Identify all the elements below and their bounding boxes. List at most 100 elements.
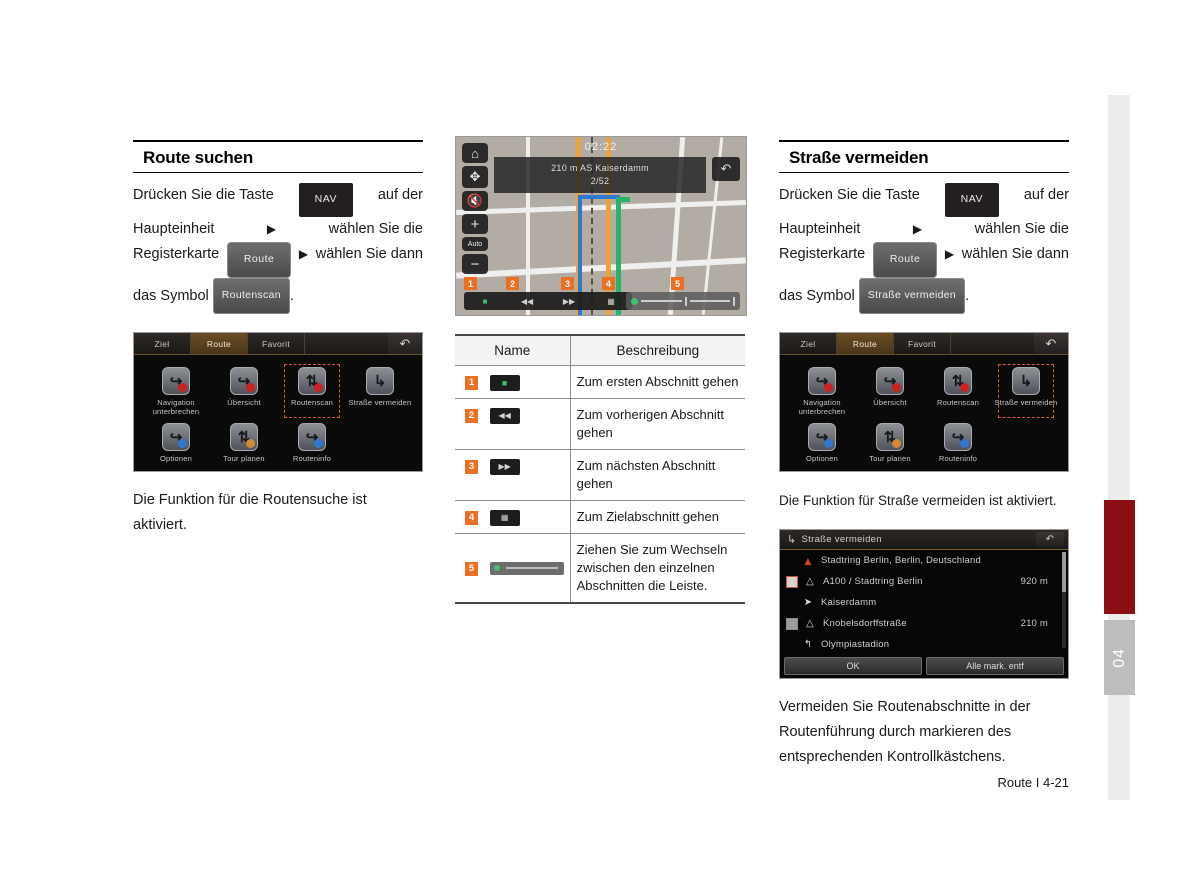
- device-tab-favorit[interactable]: Favorit: [894, 333, 951, 354]
- menu-label-0: Navigation unterbrechen: [798, 398, 846, 416]
- prev-section-icon[interactable]: ◀◀: [506, 297, 548, 306]
- back-arrow-icon[interactable]: ↶: [1034, 333, 1068, 354]
- menu-label-2: Routenscan: [936, 398, 980, 407]
- device-tab-ziel[interactable]: Ziel: [780, 333, 837, 354]
- menu-label-4: Optionen: [159, 454, 193, 463]
- navigation-stop-icon: ↪: [808, 367, 836, 395]
- device-tab-route[interactable]: Route: [837, 333, 894, 354]
- nav-key-badge[interactable]: NAV: [298, 183, 353, 217]
- menu-item-tour-planen[interactable]: ⇅ Tour planen: [856, 420, 924, 465]
- left-instr-text-2b: wählen Sie die: [328, 221, 423, 237]
- right-instr-line-4: das Symbol Straße vermeiden.: [779, 278, 1069, 314]
- mute-speaker-icon[interactable]: 🔇: [462, 191, 488, 211]
- list-item[interactable]: △ Knobelsdorffstraße 210 m: [780, 613, 1068, 634]
- list-item[interactable]: ▲ Stadtring Berlin, Berlin, Deutschland: [780, 550, 1068, 571]
- nav-key-badge[interactable]: NAV: [944, 183, 999, 217]
- device-menu-grid: ↪ Navigation unterbrechen ↪ Übersicht ⇅ …: [780, 355, 1068, 465]
- device-tab-favorit[interactable]: Favorit: [248, 333, 305, 354]
- prev-section-icon: ◀◀: [489, 407, 520, 424]
- route-tab-badge[interactable]: Route: [226, 242, 292, 278]
- slider-knob[interactable]: [631, 297, 638, 305]
- row-distance-1: 920 m: [1020, 576, 1048, 587]
- menu-item-strasse-vermeiden[interactable]: ↳ Straße vermeiden: [992, 364, 1060, 418]
- arrow-right-icon-2: ▶: [298, 247, 309, 261]
- device-menu-grid: ↪ Navigation unterbrechen ↪ Übersicht ⇅ …: [134, 355, 422, 465]
- table-row: 4 ▦ Zum Zielabschnitt gehen: [455, 500, 745, 534]
- table-row: 5 Ziehen Sie zum Wechseln zwischen den e…: [455, 533, 745, 604]
- row-checkbox-3[interactable]: [786, 617, 798, 630]
- strasse-vermeiden-symbol-badge[interactable]: Straße vermeiden: [858, 278, 966, 314]
- back-arrow-icon[interactable]: ↶: [388, 333, 422, 354]
- page-title-strasse-vermeiden: Straße vermeiden: [779, 140, 1069, 173]
- section-slider[interactable]: [626, 292, 740, 310]
- map-callout-4: 4: [602, 277, 615, 290]
- list-item[interactable]: △ A100 / Stadtring Berlin 920 m: [780, 571, 1068, 592]
- list-item[interactable]: ↰ Olympiastadion: [780, 634, 1068, 655]
- right-instr-text-4a: das Symbol: [779, 288, 855, 304]
- right-caption-bottom: Vermeiden Sie Routenabschnitte in der Ro…: [779, 695, 1069, 770]
- zoom-level-label[interactable]: Auto: [462, 237, 488, 251]
- menu-item-optionen[interactable]: ↪ Optionen: [788, 420, 856, 465]
- row-name-3: Knobelsdorffstraße: [823, 618, 907, 629]
- route-options-icon: ↪: [162, 423, 190, 451]
- home-icon[interactable]: ⌂: [462, 143, 488, 163]
- menu-label-5: Tour planen: [223, 454, 265, 463]
- right-column: Straße vermeiden Drücken Sie die Taste N…: [779, 0, 1069, 790]
- menu-label-1: Übersicht: [227, 398, 261, 407]
- routenscan-symbol-badge[interactable]: Routenscan: [212, 278, 290, 314]
- menu-item-strasse-vermeiden[interactable]: ↳ Straße vermeiden: [346, 364, 414, 418]
- clear-all-marks-button[interactable]: Alle mark. entf: [926, 657, 1064, 675]
- route-overview-icon: ↪: [230, 367, 258, 395]
- menu-label-6: Routeninfo: [938, 454, 978, 463]
- menu-label-5: Tour planen: [869, 454, 911, 463]
- table-cell-desc-5: Ziehen Sie zum Wechseln zwischen den ein…: [570, 533, 745, 604]
- back-arrow-icon[interactable]: ↶: [712, 157, 740, 181]
- right-instr-text-1a: Drücken Sie die Taste: [779, 187, 920, 203]
- device-screenshot-route-menu-right: Ziel Route Favorit ↶ ↪ Navigation unterb…: [779, 332, 1069, 472]
- menu-item-navigation-unterbrechen[interactable]: ↪ Navigation unterbrechen: [788, 364, 856, 418]
- map-callout-2: 2: [506, 277, 519, 290]
- right-instr-line-1: Drücken Sie die Taste NAV auf der: [779, 183, 1069, 217]
- menu-item-navigation-unterbrechen[interactable]: ↪ Navigation unterbrechen: [142, 364, 210, 418]
- dialog-scrollbar[interactable]: [1062, 552, 1066, 648]
- compass-icon[interactable]: ✥: [462, 166, 488, 188]
- right-caption-line-2: Routenführung durch markieren des: [779, 724, 1012, 740]
- chapter-tab-number: 04: [1104, 620, 1135, 695]
- menu-item-routeninfo[interactable]: ↪ Routeninfo: [924, 420, 992, 465]
- arrow-right-icon: ▶: [266, 222, 277, 236]
- table-header-name: Name: [455, 334, 571, 366]
- back-arrow-icon[interactable]: ↶: [1036, 532, 1064, 547]
- menu-item-tour-planen[interactable]: ⇅ Tour planen: [210, 420, 278, 465]
- ok-button[interactable]: OK: [784, 657, 922, 675]
- list-item[interactable]: ➤ Kaiserdamm: [780, 592, 1068, 613]
- table-row: 3 ▶▶ Zum nächsten Abschnitt gehen: [455, 449, 745, 501]
- right-instr-text-1b: auf der: [1023, 187, 1069, 203]
- route-info-icon: ↪: [298, 423, 326, 451]
- menu-item-uebersicht[interactable]: ↪ Übersicht: [856, 364, 924, 418]
- device-tab-ziel[interactable]: Ziel: [134, 333, 191, 354]
- table-cell-desc-4: Zum Zielabschnitt gehen: [570, 500, 745, 534]
- menu-item-routenscan[interactable]: ⇅ Routenscan: [278, 364, 346, 418]
- route-tab-badge[interactable]: Route: [872, 242, 938, 278]
- menu-item-routeninfo[interactable]: ↪ Routeninfo: [278, 420, 346, 465]
- highway-icon: △: [806, 618, 814, 629]
- map-callout-5: 5: [671, 277, 684, 290]
- left-instr-text-1a: Drücken Sie die Taste: [133, 187, 274, 203]
- zoom-out-button[interactable]: −: [462, 254, 488, 274]
- right-instr-text-3b: wählen Sie dann: [961, 246, 1069, 262]
- table-cell-name-2: 2 ◀◀: [455, 398, 571, 450]
- first-section-icon[interactable]: ■: [464, 297, 506, 306]
- menu-label-3: Straße vermeiden: [348, 398, 412, 407]
- row-checkbox-1[interactable]: [786, 575, 798, 588]
- right-caption-line-1: Vermeiden Sie Routenabschnitte in der: [779, 699, 1031, 715]
- left-instr-line-1: Drücken Sie die Taste NAV auf der: [133, 183, 423, 217]
- device-tab-route[interactable]: Route: [191, 333, 248, 354]
- plan-tour-icon: ⇅: [876, 423, 904, 451]
- menu-item-routenscan[interactable]: ⇅ Routenscan: [924, 364, 992, 418]
- next-section-icon[interactable]: ▶▶: [548, 297, 590, 306]
- menu-item-optionen[interactable]: ↪ Optionen: [142, 420, 210, 465]
- zoom-in-button[interactable]: +: [462, 214, 488, 234]
- chapter-tab-label: 04: [1110, 647, 1128, 668]
- menu-item-uebersicht[interactable]: ↪ Übersicht: [210, 364, 278, 418]
- menu-label-2: Routenscan: [290, 398, 334, 407]
